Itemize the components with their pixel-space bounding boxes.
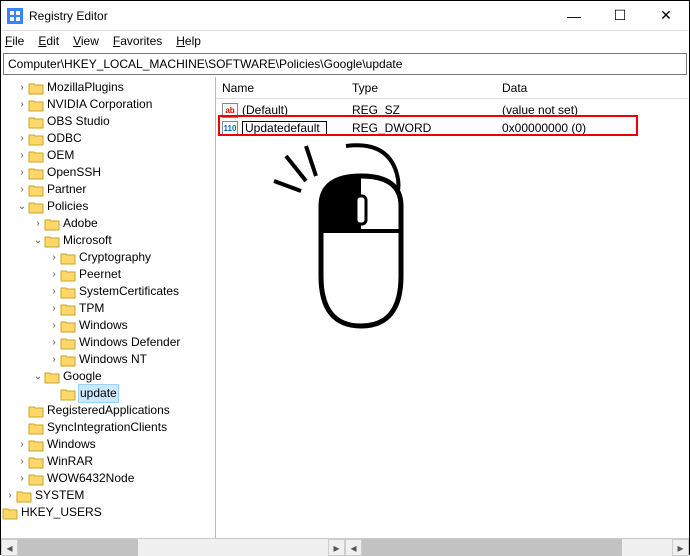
tree-item-selected[interactable]: update [79, 385, 118, 402]
scroll-thumb[interactable] [18, 539, 138, 556]
value-name: (Default) [242, 103, 352, 117]
folder-icon [28, 438, 44, 452]
folder-icon [28, 149, 44, 163]
tree-item[interactable]: OBS Studio [47, 113, 110, 130]
folder-icon [28, 404, 44, 418]
menu-favorites[interactable]: Favorites [113, 34, 162, 48]
tree-item[interactable]: SYSTEM [35, 487, 84, 504]
close-button[interactable]: ✕ [643, 1, 689, 30]
folder-icon [60, 268, 76, 282]
minimize-button[interactable]: — [551, 1, 597, 30]
folder-icon [28, 81, 44, 95]
folder-icon [28, 115, 44, 129]
horizontal-scrollbar[interactable]: ◂ ▸ ◂ ▸ [1, 538, 689, 556]
scroll-left-icon[interactable]: ◂ [1, 539, 18, 556]
dword-value-icon: 110 [222, 121, 238, 136]
tree-item[interactable]: OpenSSH [47, 164, 101, 181]
registry-tree[interactable]: ›MozillaPlugins ›NVIDIA Corporation OBS … [1, 77, 216, 538]
scroll-thumb[interactable] [362, 539, 622, 556]
tree-item[interactable]: Windows Defender [79, 334, 180, 351]
scroll-right-icon[interactable]: ▸ [672, 539, 689, 556]
column-name[interactable]: Name [222, 81, 352, 95]
tree-item[interactable]: Windows [79, 317, 128, 334]
tree-item[interactable]: MozillaPlugins [47, 79, 124, 96]
tree-item[interactable]: Cryptography [79, 249, 151, 266]
folder-icon [44, 370, 60, 384]
tree-item[interactable]: OEM [47, 147, 74, 164]
value-type: REG_SZ [352, 103, 502, 117]
menu-bar: File Edit View Favorites Help [1, 31, 689, 51]
folder-icon [60, 285, 76, 299]
tree-item[interactable]: NVIDIA Corporation [47, 96, 152, 113]
folder-icon [2, 506, 18, 520]
folder-icon [60, 353, 76, 367]
folder-icon [28, 421, 44, 435]
value-row-editing[interactable]: 110 Updatedefault REG_DWORD 0x00000000 (… [216, 119, 689, 137]
string-value-icon: ab [222, 103, 238, 118]
value-data: 0x00000000 (0) [502, 121, 689, 135]
tree-item[interactable]: SyncIntegrationClients [47, 419, 167, 436]
tree-item[interactable]: Windows [47, 436, 96, 453]
folder-icon [28, 132, 44, 146]
scroll-right-icon[interactable]: ▸ [328, 539, 345, 556]
tree-item[interactable]: Microsoft [63, 232, 112, 249]
menu-help[interactable]: Help [176, 34, 201, 48]
folder-icon [16, 489, 32, 503]
menu-view[interactable]: View [73, 34, 99, 48]
tree-item[interactable]: TPM [79, 300, 104, 317]
folder-icon [28, 183, 44, 197]
menu-file[interactable]: File [5, 34, 24, 48]
values-pane[interactable]: Name Type Data ab (Default) REG_SZ (valu… [216, 77, 689, 538]
menu-edit[interactable]: Edit [38, 34, 59, 48]
folder-icon [28, 472, 44, 486]
tree-item[interactable]: ODBC [47, 130, 82, 147]
address-text: Computer\HKEY_LOCAL_MACHINE\SOFTWARE\Pol… [8, 57, 402, 71]
tree-item[interactable]: Peernet [79, 266, 121, 283]
tree-item[interactable]: Partner [47, 181, 86, 198]
folder-icon [28, 98, 44, 112]
folder-icon [28, 200, 44, 214]
column-data[interactable]: Data [502, 81, 689, 95]
folder-icon [60, 319, 76, 333]
regedit-icon [7, 8, 23, 24]
folder-icon [60, 302, 76, 316]
window-title: Registry Editor [29, 9, 551, 23]
folder-icon [44, 234, 60, 248]
folder-icon [28, 166, 44, 180]
address-bar[interactable]: Computer\HKEY_LOCAL_MACHINE\SOFTWARE\Pol… [3, 53, 687, 75]
tree-item[interactable]: Windows NT [79, 351, 147, 368]
tree-item[interactable]: WinRAR [47, 453, 93, 470]
tree-item[interactable]: SystemCertificates [79, 283, 179, 300]
maximize-button[interactable]: ☐ [597, 1, 643, 30]
tree-item[interactable]: Adobe [63, 215, 98, 232]
value-data: (value not set) [502, 103, 689, 117]
folder-icon [60, 336, 76, 350]
value-row[interactable]: ab (Default) REG_SZ (value not set) [216, 101, 689, 119]
tree-item[interactable]: Policies [47, 198, 88, 215]
tree-item[interactable]: RegisteredApplications [47, 402, 170, 419]
value-type: REG_DWORD [352, 121, 502, 135]
folder-icon [28, 455, 44, 469]
folder-icon [60, 251, 76, 265]
tree-item[interactable]: WOW6432Node [47, 470, 134, 487]
scroll-left-icon[interactable]: ◂ [345, 539, 362, 556]
value-name-edit[interactable]: Updatedefault [242, 121, 327, 136]
folder-icon [60, 387, 76, 401]
column-type[interactable]: Type [352, 81, 502, 95]
folder-icon [44, 217, 60, 231]
tree-item[interactable]: Google [63, 368, 102, 385]
tree-item[interactable]: HKEY_USERS [21, 504, 102, 521]
